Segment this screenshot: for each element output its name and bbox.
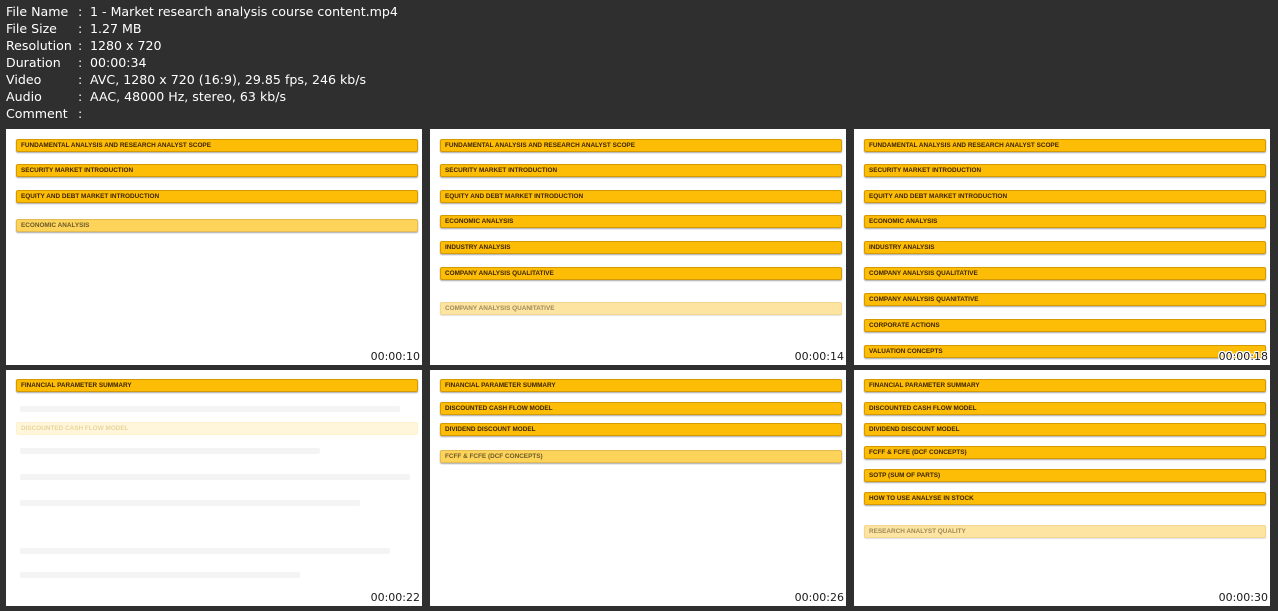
file-info-value: 00:00:34: [90, 55, 147, 70]
timestamp: 00:00:22: [370, 591, 420, 604]
video-thumbnail[interactable]: FINANCIAL PARAMETER SUMMARY DISCOUNTED C…: [854, 370, 1270, 606]
file-info-key: Duration: [6, 55, 61, 70]
file-info-separator: :: [78, 89, 83, 104]
file-info-row: Duration : 00:00:34: [6, 54, 398, 71]
timestamp: 00:00:10: [370, 350, 420, 363]
file-info-row: File Name : 1 - Market research analysis…: [6, 3, 398, 20]
video-thumbnail[interactable]: FUNDAMENTAL ANALYSIS AND RESEARCH ANALYS…: [430, 129, 846, 365]
file-info-key: Video: [6, 72, 42, 87]
timestamp: 00:00:14: [794, 350, 844, 363]
topic-bar: EQUITY AND DEBT MARKET INTRODUCTION: [864, 190, 1266, 203]
topic-bar: SECURITY MARKET INTRODUCTION: [16, 164, 418, 177]
topic-bar: SECURITY MARKET INTRODUCTION: [864, 164, 1266, 177]
topic-bar: DISCOUNTED CASH FLOW MODEL: [864, 402, 1266, 415]
topic-bar: FINANCIAL PARAMETER SUMMARY: [16, 379, 418, 392]
topic-bar: INDUSTRY ANALYSIS: [440, 241, 842, 254]
topic-bar: HOW TO USE ANALYSE IN STOCK: [864, 492, 1266, 505]
topic-bar: ECONOMIC ANALYSIS: [16, 219, 418, 232]
file-info-separator: :: [78, 106, 83, 121]
file-info-separator: :: [78, 4, 83, 19]
video-thumbnail[interactable]: FUNDAMENTAL ANALYSIS AND RESEARCH ANALYS…: [854, 129, 1270, 365]
file-info-row: Video : AVC, 1280 x 720 (16:9), 29.85 fp…: [6, 71, 398, 88]
video-thumbnail[interactable]: FINANCIAL PARAMETER SUMMARY DISCOUNTED C…: [430, 370, 846, 606]
topic-bar: DIVIDEND DISCOUNT MODEL: [440, 423, 842, 436]
topic-bar: EQUITY AND DEBT MARKET INTRODUCTION: [16, 190, 418, 203]
file-info-panel: File Name : 1 - Market research analysis…: [6, 3, 398, 122]
timestamp: 00:00:26: [794, 591, 844, 604]
topic-bar: VALUATION CONCEPTS: [864, 345, 1266, 358]
topic-bar: DISCOUNTED CASH FLOW MODEL: [16, 422, 418, 435]
file-info-separator: :: [78, 72, 83, 87]
topic-bar: FINANCIAL PARAMETER SUMMARY: [864, 379, 1266, 392]
topic-bar: FCFF & FCFE (DCF CONCEPTS): [440, 450, 842, 463]
file-info-value: 1.27 MB: [90, 21, 142, 36]
faded-text-line: [20, 572, 300, 578]
file-info-separator: :: [78, 38, 83, 53]
topic-bar: FINANCIAL PARAMETER SUMMARY: [440, 379, 842, 392]
faded-text-line: [20, 406, 400, 412]
topic-bar: FUNDAMENTAL ANALYSIS AND RESEARCH ANALYS…: [440, 139, 842, 152]
faded-text-line: [20, 500, 360, 506]
file-info-value: AVC, 1280 x 720 (16:9), 29.85 fps, 246 k…: [90, 72, 367, 87]
timestamp: 00:00:30: [1218, 591, 1268, 604]
file-info-row: Comment :: [6, 105, 398, 122]
topic-bar: EQUITY AND DEBT MARKET INTRODUCTION: [440, 190, 842, 203]
faded-text-line: [20, 548, 390, 554]
video-thumbnail[interactable]: FUNDAMENTAL ANALYSIS AND RESEARCH ANALYS…: [6, 129, 422, 365]
faded-text-line: [20, 448, 320, 454]
video-thumbnail[interactable]: FINANCIAL PARAMETER SUMMARY DISCOUNTED C…: [6, 370, 422, 606]
file-info-separator: :: [78, 21, 83, 36]
topic-bar: RESEARCH ANALYST QUALITY: [864, 525, 1266, 538]
topic-bar: DIVIDEND DISCOUNT MODEL: [864, 423, 1266, 436]
topic-bar: ECONOMIC ANALYSIS: [864, 215, 1266, 228]
topic-bar: FUNDAMENTAL ANALYSIS AND RESEARCH ANALYS…: [16, 139, 418, 152]
topic-bar: COMPANY ANALYSIS QUALITATIVE: [864, 267, 1266, 280]
file-info-row: File Size : 1.27 MB: [6, 20, 398, 37]
topic-bar: COMPANY ANALYSIS QUALITATIVE: [440, 267, 842, 280]
file-info-key: File Name: [6, 4, 69, 19]
file-info-row: Audio : AAC, 48000 Hz, stereo, 63 kb/s: [6, 88, 398, 105]
topic-bar: SECURITY MARKET INTRODUCTION: [440, 164, 842, 177]
topic-bar: ECONOMIC ANALYSIS: [440, 215, 842, 228]
file-info-key: Resolution: [6, 38, 72, 53]
file-info-key: Audio: [6, 89, 42, 104]
topic-bar: DISCOUNTED CASH FLOW MODEL: [440, 402, 842, 415]
topic-bar: FUNDAMENTAL ANALYSIS AND RESEARCH ANALYS…: [864, 139, 1266, 152]
topic-bar: INDUSTRY ANALYSIS: [864, 241, 1266, 254]
file-info-value: 1280 x 720: [90, 38, 162, 53]
file-info-row: Resolution : 1280 x 720: [6, 37, 398, 54]
topic-bar: SOTP (SUM OF PARTS): [864, 469, 1266, 482]
topic-bar: FCFF & FCFE (DCF CONCEPTS): [864, 446, 1266, 459]
faded-text-line: [20, 474, 410, 480]
topic-bar: CORPORATE ACTIONS: [864, 319, 1266, 332]
file-info-value: 1 - Market research analysis course cont…: [90, 4, 398, 19]
file-info-separator: :: [78, 55, 83, 70]
timestamp: 00:00:18: [1218, 350, 1268, 363]
file-info-key: File Size: [6, 21, 57, 36]
file-info-value: AAC, 48000 Hz, stereo, 63 kb/s: [90, 89, 287, 104]
file-info-key: Comment: [6, 106, 68, 121]
topic-bar: COMPANY ANALYSIS QUANITATIVE: [864, 293, 1266, 306]
topic-bar: COMPANY ANALYSIS QUANITATIVE: [440, 302, 842, 315]
